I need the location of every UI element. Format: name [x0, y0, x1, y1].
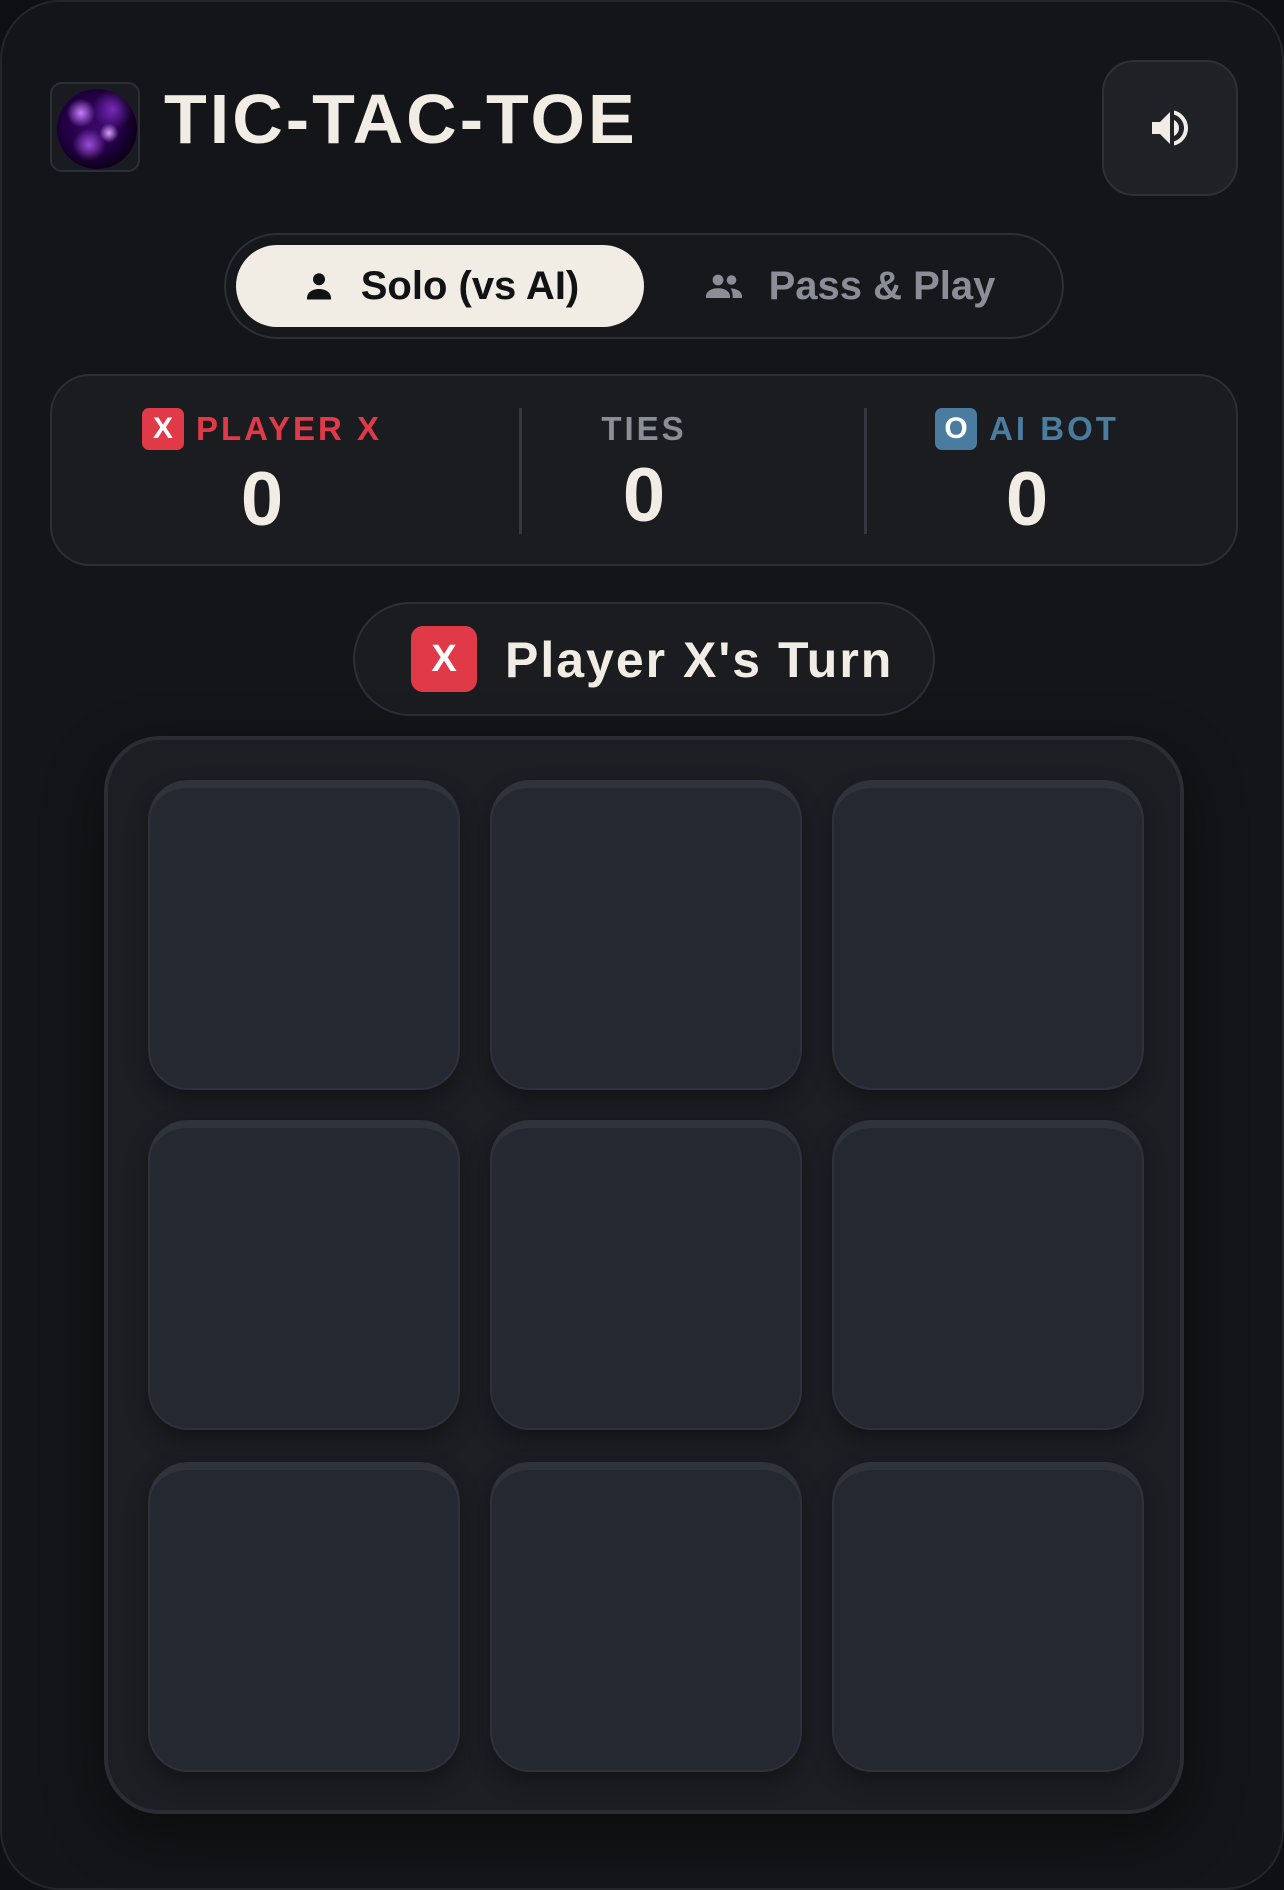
score-player-x-label: PLAYER X [195, 410, 382, 447]
mode-pass-label: Pass & Play [768, 263, 996, 308]
board-cell[interactable] [148, 1462, 460, 1772]
mode-pass-button[interactable]: Pass & Play [644, 245, 1054, 327]
scoreboard: X PLAYER X 0 TIES 0 O AI BOT 0 [50, 374, 1238, 566]
score-player-x-value: 0 [240, 457, 284, 542]
turn-text: Player X's Turn [505, 632, 894, 688]
page-title: TIC-TAC-TOE [164, 80, 638, 158]
person-icon [306, 273, 331, 300]
people-icon [705, 274, 742, 298]
board-cell[interactable] [832, 1462, 1144, 1772]
o-badge-icon: O [935, 408, 978, 450]
turn-indicator: X Player X's Turn [353, 602, 935, 716]
board-cell[interactable] [148, 780, 460, 1090]
board-cell[interactable] [148, 1120, 460, 1430]
game-board [104, 736, 1184, 1814]
board-cell[interactable] [832, 1120, 1144, 1430]
mode-solo-button[interactable]: Solo (vs AI) [236, 245, 644, 327]
board-cell[interactable] [490, 1462, 802, 1772]
logo-orb [57, 89, 137, 169]
score-player-x: X PLAYER X 0 [52, 376, 472, 564]
mode-solo-label: Solo (vs AI) [360, 263, 580, 308]
score-ai-bot: O AI BOT 0 [816, 376, 1238, 564]
x-badge-icon: X [411, 626, 477, 692]
speaker-volume-icon [1152, 110, 1188, 146]
mode-toggle: Solo (vs AI) Pass & Play [224, 233, 1064, 339]
board-cell[interactable] [832, 780, 1144, 1090]
app-container: TIC-TAC-TOE Solo (vs AI) Pass & Play X P… [0, 0, 1284, 1890]
header: TIC-TAC-TOE [50, 60, 1238, 196]
x-badge-icon: X [141, 408, 184, 450]
galaxy-orb-icon [50, 82, 140, 172]
score-ai-bot-label: AI BOT [989, 410, 1119, 447]
score-ties-label: TIES [601, 410, 687, 447]
board-cell[interactable] [490, 780, 802, 1090]
score-ai-bot-header: O AI BOT [935, 408, 1119, 450]
board-cell[interactable] [490, 1120, 802, 1430]
score-ties-header: TIES [601, 408, 686, 450]
score-ai-bot-value: 0 [1005, 457, 1049, 542]
sound-toggle-button[interactable] [1102, 60, 1238, 196]
score-player-x-header: X PLAYER X [141, 408, 382, 450]
score-ties-value: 0 [622, 453, 666, 538]
score-ties: TIES 0 [472, 376, 816, 564]
